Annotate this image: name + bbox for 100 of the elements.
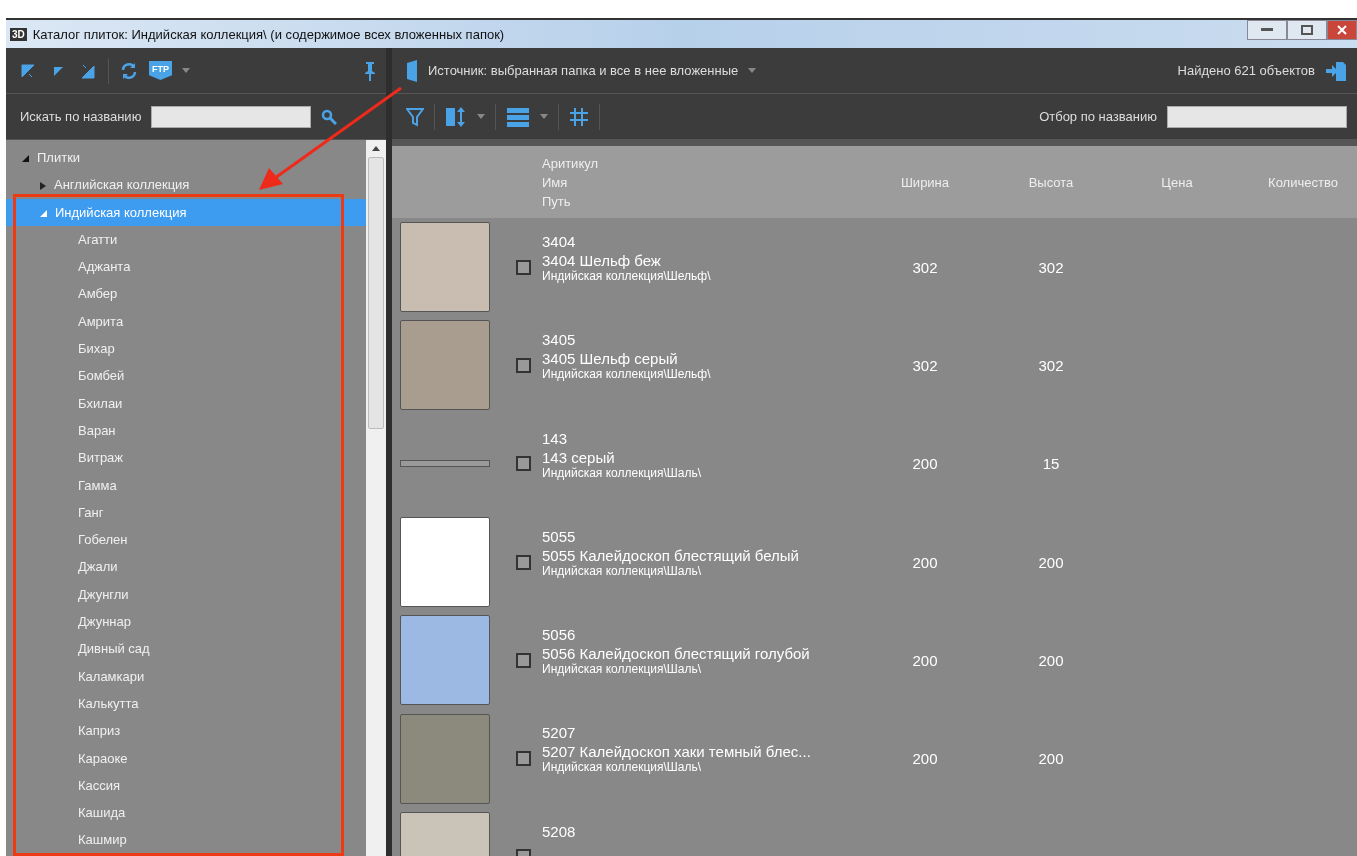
refresh-icon[interactable] <box>119 60 139 81</box>
tree-item[interactable]: Английская коллекция <box>6 171 194 199</box>
name-cell-text: 5055 Калейдоскоп блестящий белый <box>542 546 800 564</box>
window-title: Каталог плиток: Индийская коллекция\ (и содержимое всех вложенных папок) <box>32 26 505 42</box>
tree-item[interactable]: Караоке <box>6 744 132 772</box>
tree-item[interactable]: Гобелен <box>6 526 132 554</box>
tree-item[interactable]: Аджанта <box>6 253 135 281</box>
path-cell-text: Индийская коллекция\Шельф\ <box>542 269 712 285</box>
sort-icon[interactable] <box>445 105 467 128</box>
height-cell-text: 200 <box>1037 553 1065 571</box>
list-view-icon[interactable] <box>506 106 530 127</box>
column-header[interactable]: Высота <box>988 174 1114 190</box>
path-cell-text: Индийская коллекция\Шаль\ <box>542 760 703 777</box>
filter-icon[interactable] <box>406 106 424 127</box>
height-cell-text: 302 <box>1037 356 1065 374</box>
minimize-button[interactable] <box>1247 20 1287 40</box>
tree-item[interactable]: Гамма <box>6 471 121 499</box>
checkbox[interactable] <box>515 456 531 472</box>
checkbox[interactable] <box>515 357 531 373</box>
found-count: Найдено 621 объектов <box>1177 63 1315 78</box>
name-cell-text: 5056 Калейдоскоп блестящий голубой <box>542 645 811 663</box>
path-cell-text: Индийская коллекция\Шаль\ <box>542 662 703 679</box>
tree-item[interactable]: Каприз <box>6 717 125 745</box>
tree-item[interactable]: Дивный сад <box>6 635 154 663</box>
width-cell-text: 302 <box>911 356 939 374</box>
maximize-icon <box>1301 25 1313 35</box>
app-icon: 3D <box>10 27 27 41</box>
article-cell-text: 3405 <box>542 331 577 349</box>
tree-item[interactable]: Агатти <box>6 225 122 254</box>
tree-item[interactable]: Амрита <box>6 307 128 336</box>
tree-item[interactable]: Кассия <box>6 771 125 800</box>
path-cell-text: Индийская коллекция\Шельф\ <box>542 367 712 384</box>
name-cell-text: 143 серый <box>542 448 616 466</box>
name-cell-text: 5207 Калейдоскоп хаки темный блес... <box>542 743 812 761</box>
height-cell-text: 200 <box>1037 651 1065 669</box>
tree-item[interactable]: Бихар <box>6 335 119 363</box>
tree-item[interactable]: Джали <box>6 553 122 581</box>
column-header[interactable]: Ширина <box>862 174 988 190</box>
article-cell-text: 5208 <box>542 822 577 840</box>
scrollbar[interactable] <box>366 140 386 856</box>
checkbox[interactable] <box>515 751 531 767</box>
close-button[interactable] <box>1327 20 1357 40</box>
door-icon <box>406 59 420 82</box>
tree-item[interactable]: Индийская коллекция <box>6 198 366 226</box>
article-cell-text: 5207 <box>542 724 577 742</box>
filter-field[interactable] <box>1167 105 1347 128</box>
tree-item[interactable]: Кашида <box>6 799 130 827</box>
article-cell-text: 5055 <box>542 527 577 545</box>
checkbox[interactable] <box>515 652 531 668</box>
height-cell-text: 302 <box>1037 258 1065 276</box>
import-icon[interactable] <box>1325 59 1347 82</box>
column-header[interactable]: Имя <box>542 174 862 190</box>
filter-label: Отбор по названию <box>1039 109 1157 124</box>
tree-item[interactable]: Ганг <box>6 498 108 527</box>
tree-item[interactable]: Кашмир <box>6 826 131 854</box>
scroll-up-icon[interactable] <box>372 146 380 151</box>
dropdown-icon[interactable] <box>182 68 190 73</box>
height-cell-text: 15 <box>1041 455 1061 473</box>
width-cell-text: 302 <box>911 258 939 276</box>
column-header[interactable]: Аритикул <box>542 155 862 171</box>
pin-icon[interactable] <box>364 60 376 81</box>
tree-item[interactable]: Витраж <box>6 444 128 472</box>
article-cell-text: 3404 <box>542 233 577 250</box>
ftp-button[interactable]: FTP <box>149 61 172 80</box>
name-cell-text: 3405 Шельф серый <box>542 350 679 368</box>
path-cell-text: Индийская коллекция\Шаль\ <box>542 563 702 580</box>
tree-item[interactable]: Каламкари <box>6 662 149 690</box>
tree-item[interactable]: Бхилаи <box>6 389 127 417</box>
search-icon[interactable] <box>321 108 338 125</box>
height-cell-text: 200 <box>1037 750 1065 768</box>
width-cell-text: 200 <box>911 455 939 473</box>
dropdown-icon[interactable] <box>540 114 548 119</box>
grid-icon[interactable] <box>569 106 589 127</box>
dropdown-icon[interactable] <box>477 114 485 119</box>
column-header[interactable]: Количество <box>1240 174 1357 190</box>
search-field[interactable] <box>151 105 312 128</box>
checkbox[interactable] <box>515 259 531 275</box>
width-cell-text: 200 <box>911 553 939 571</box>
minimize-icon <box>1261 28 1273 32</box>
article-cell-text: 5056 <box>542 626 577 644</box>
tree-item[interactable]: Калькутта <box>6 689 143 718</box>
search-label: Искать по названию <box>20 109 142 124</box>
column-header[interactable]: Путь <box>542 193 862 209</box>
tree-item[interactable]: Джунгли <box>6 580 133 609</box>
tree-item[interactable]: Плитки <box>6 144 85 172</box>
source-dropdown[interactable]: Источник: выбранная папка и все в нее вложенные <box>428 63 739 78</box>
width-cell-text: 200 <box>911 651 939 669</box>
tree-item[interactable]: Джуннар <box>6 608 135 636</box>
path-cell-text: Индийская коллекция\Шаль\ <box>542 465 703 482</box>
name-cell-text: 3404 Шельф беж <box>542 252 662 269</box>
maximize-button[interactable] <box>1287 20 1327 40</box>
checkbox[interactable] <box>515 554 531 570</box>
tree-item[interactable]: Варан <box>6 416 120 445</box>
tree-item[interactable]: Амбер <box>6 280 122 308</box>
close-icon <box>1337 25 1347 35</box>
width-cell-text: 200 <box>911 750 939 768</box>
column-header[interactable]: Цена <box>1114 174 1240 190</box>
article-cell-text: 143 <box>542 429 569 447</box>
dropdown-icon[interactable] <box>748 68 757 73</box>
tree-item[interactable]: Бомбей <box>6 362 129 390</box>
